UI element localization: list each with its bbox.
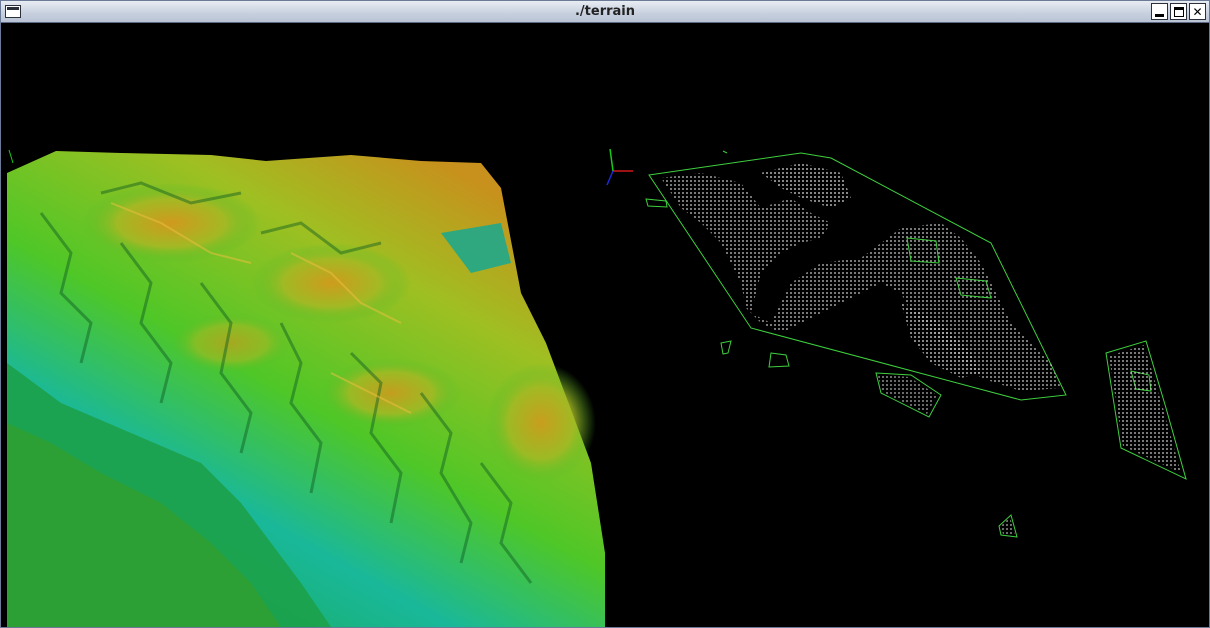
window-title: ./terrain [574,4,636,19]
gl-viewport[interactable] [1,23,1209,627]
minimize-icon[interactable] [1151,3,1168,20]
axes-gizmo-right [606,148,633,186]
title-bar[interactable]: ./terrain ✕ [1,1,1209,23]
terrain-window: ./terrain ✕ [0,0,1210,628]
close-icon[interactable]: ✕ [1189,3,1206,20]
point-cloud [661,163,1061,391]
axes-gizmo-left [8,149,14,164]
maximize-icon[interactable] [1170,3,1187,20]
terrain-render [7,151,605,627]
scene-canvas[interactable] [1,23,1209,627]
